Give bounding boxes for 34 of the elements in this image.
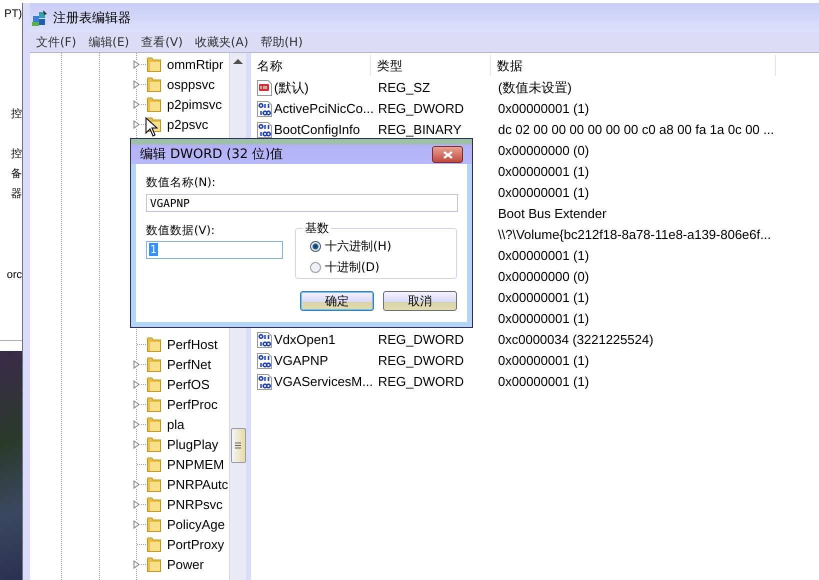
value-data: 0x00000000 (0)	[497, 269, 590, 284]
groupbox-title: 基数	[303, 220, 331, 236]
window-text: PT)	[4, 7, 22, 22]
window-text: 备	[11, 167, 22, 182]
value-data: 0x00000001 (1)	[497, 164, 590, 179]
value-data: Boot Bus Extender	[497, 206, 606, 221]
dialog-title: 编辑 DWORD (32 位)值	[140, 146, 284, 162]
field-label: 数值数据(V):	[146, 222, 216, 238]
value-data: 0x00000001 (1)	[497, 353, 590, 368]
window-text: 控	[11, 107, 22, 122]
value-type: REG_DWORD	[378, 374, 464, 389]
value-type: REG_DWORD	[378, 332, 464, 347]
value-data: 0x00000000 (0)	[497, 143, 590, 158]
value-data: dc 02 00 00 00 00 00 00 c0 a8 00 fa 1a 0c 00 ...	[497, 122, 774, 137]
value-data: \\?\Volume{bc212f18-8a78-11e8-a139-806e6f...	[497, 227, 771, 242]
value-data: 0x00000001 (1)	[497, 248, 590, 263]
value-type: REG_SZ	[378, 80, 430, 95]
window-text: orc	[6, 268, 22, 283]
value-data: 0x00000001 (1)	[497, 311, 590, 326]
window-text: 器	[11, 187, 22, 202]
field-label: 数值名称(N):	[146, 174, 216, 190]
value-data: 0x00000001 (1)	[497, 290, 590, 305]
value-type: REG_BINARY	[378, 122, 462, 137]
value-data: 0x00000001 (1)	[497, 101, 590, 116]
radio-label: 十六进制(H)	[325, 238, 392, 255]
value-data: 0x00000001 (1)	[497, 185, 590, 200]
window-title: 注册表编辑器	[53, 10, 131, 26]
radio-label: 十进制(D)	[325, 259, 380, 276]
value-type: REG_DWORD	[378, 353, 464, 368]
value-data: 0x00000001 (1)	[497, 374, 590, 389]
value-data: 0xc0000034 (3221225524)	[497, 332, 654, 347]
value-type: REG_DWORD	[378, 101, 464, 116]
window-text: 控	[11, 147, 22, 162]
value-data: (数值未设置)	[497, 78, 572, 96]
